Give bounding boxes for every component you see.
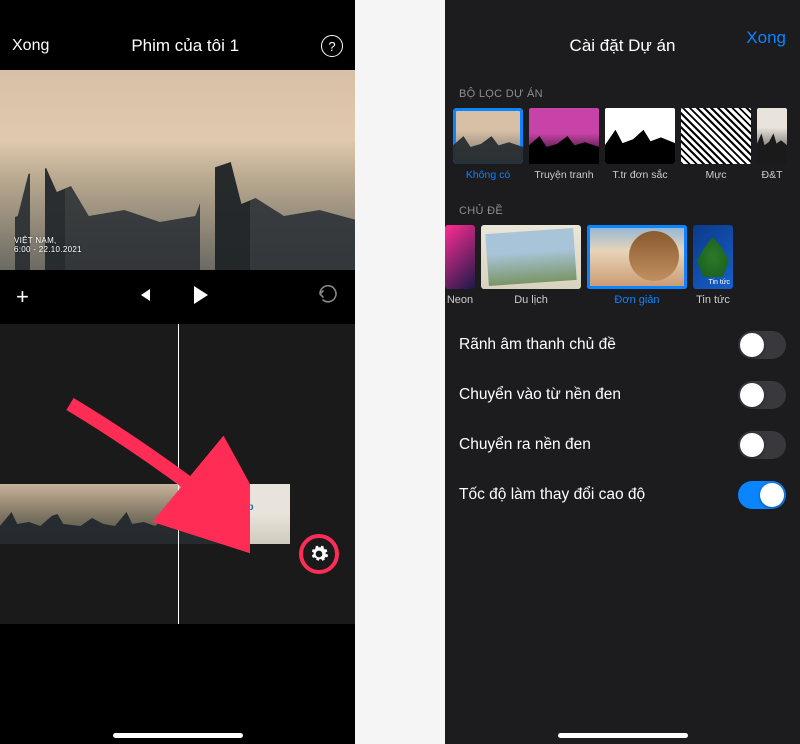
clip-2[interactable] — [115, 484, 230, 544]
clip-1[interactable] — [0, 484, 115, 544]
theme-item-travel[interactable]: Du lịch — [481, 225, 581, 306]
theme-label: Neon — [445, 294, 475, 306]
setting-fade-in: Chuyển vào từ nền đen — [445, 370, 800, 420]
filter-item-none[interactable]: Không có — [453, 108, 523, 181]
done-button[interactable]: Xong — [12, 37, 49, 55]
undo-button[interactable] — [317, 285, 339, 309]
setting-label: Rãnh âm thanh chủ đề — [459, 336, 616, 354]
preview-caption: VIỆT NAM, 6:00 - 22.10.2021 — [14, 236, 82, 254]
phone-settings: Cài đặt Dự án Xong BỘ LỌC DỰ ÁN Không có… — [445, 0, 800, 744]
timeline[interactable] — [0, 324, 355, 624]
setting-label: Chuyển ra nền đen — [459, 436, 591, 454]
project-title: Phim của tôi 1 — [131, 36, 239, 56]
add-media-button[interactable]: + — [16, 284, 29, 310]
theme-thumb — [481, 225, 581, 289]
setting-speed-pitch: Tốc độ làm thay đổi cao độ — [445, 470, 800, 520]
filter-label: Đ&T — [757, 169, 787, 181]
home-indicator[interactable] — [113, 733, 243, 738]
filter-thumb — [605, 108, 675, 164]
filter-section-label: BỘ LỌC DỰ ÁN — [445, 70, 800, 108]
settings-button[interactable] — [299, 534, 339, 574]
filter-label: T.tr đơn sắc — [605, 169, 675, 181]
toggle-theme-audio[interactable] — [738, 331, 786, 359]
theme-label: Tin tức — [693, 294, 733, 306]
theme-row[interactable]: Neon Du lịch Đơn giản Tin tức — [445, 225, 800, 312]
theme-item-neon[interactable]: Neon — [445, 225, 475, 306]
home-indicator[interactable] — [558, 733, 688, 738]
gear-icon — [309, 544, 329, 564]
filter-item-bw[interactable]: Đ&T — [757, 108, 787, 181]
theme-thumb — [445, 225, 475, 289]
toggle-fade-in[interactable] — [738, 381, 786, 409]
theme-section-label: CHỦ ĐỀ — [445, 187, 800, 225]
filter-item-ink[interactable]: Mực — [681, 108, 751, 181]
video-preview[interactable]: VIỆT NAM, 6:00 - 22.10.2021 — [0, 70, 355, 270]
filter-label: Không có — [453, 169, 523, 181]
theme-label: Du lịch — [481, 294, 581, 306]
playhead[interactable] — [178, 324, 180, 624]
skip-back-button[interactable] — [136, 287, 152, 308]
editor-navbar: Xong Phim của tôi 1 ? — [0, 0, 355, 70]
filter-thumb — [529, 108, 599, 164]
setting-label: Tốc độ làm thay đổi cao độ — [459, 486, 645, 504]
setting-theme-audio: Rãnh âm thanh chủ đề — [445, 320, 800, 370]
toggle-fade-out[interactable] — [738, 431, 786, 459]
filter-thumb — [757, 108, 787, 164]
theme-label: Đơn giản — [587, 294, 687, 306]
theme-thumb — [587, 225, 687, 289]
filter-item-mono[interactable]: T.tr đơn sắc — [605, 108, 675, 181]
setting-label: Chuyển vào từ nền đen — [459, 386, 621, 404]
help-icon[interactable]: ? — [321, 35, 343, 57]
filter-thumb — [453, 108, 523, 164]
filter-row[interactable]: Không có Truyện tranh T.tr đơn sắc Mực Đ… — [445, 108, 800, 187]
setting-fade-out: Chuyển ra nền đen — [445, 420, 800, 470]
settings-title: Cài đặt Dự án — [570, 36, 676, 56]
theme-item-simple[interactable]: Đơn giản — [587, 225, 687, 306]
filter-thumb — [681, 108, 751, 164]
settings-done-button[interactable]: Xong — [746, 28, 786, 48]
settings-navbar: Cài đặt Dự án Xong — [445, 0, 800, 70]
filter-label: Mực — [681, 169, 751, 181]
theme-item-news[interactable]: Tin tức — [693, 225, 733, 306]
clip-3[interactable] — [230, 484, 290, 544]
playback-controls: + — [0, 270, 355, 324]
theme-thumb — [693, 225, 733, 289]
filter-item-comic[interactable]: Truyện tranh — [529, 108, 599, 181]
phone-editor: Xong Phim của tôi 1 ? VIỆT NAM, 6:00 - 2… — [0, 0, 355, 744]
filter-label: Truyện tranh — [529, 169, 599, 181]
play-button[interactable] — [192, 285, 210, 310]
toggle-speed-pitch[interactable] — [738, 481, 786, 509]
